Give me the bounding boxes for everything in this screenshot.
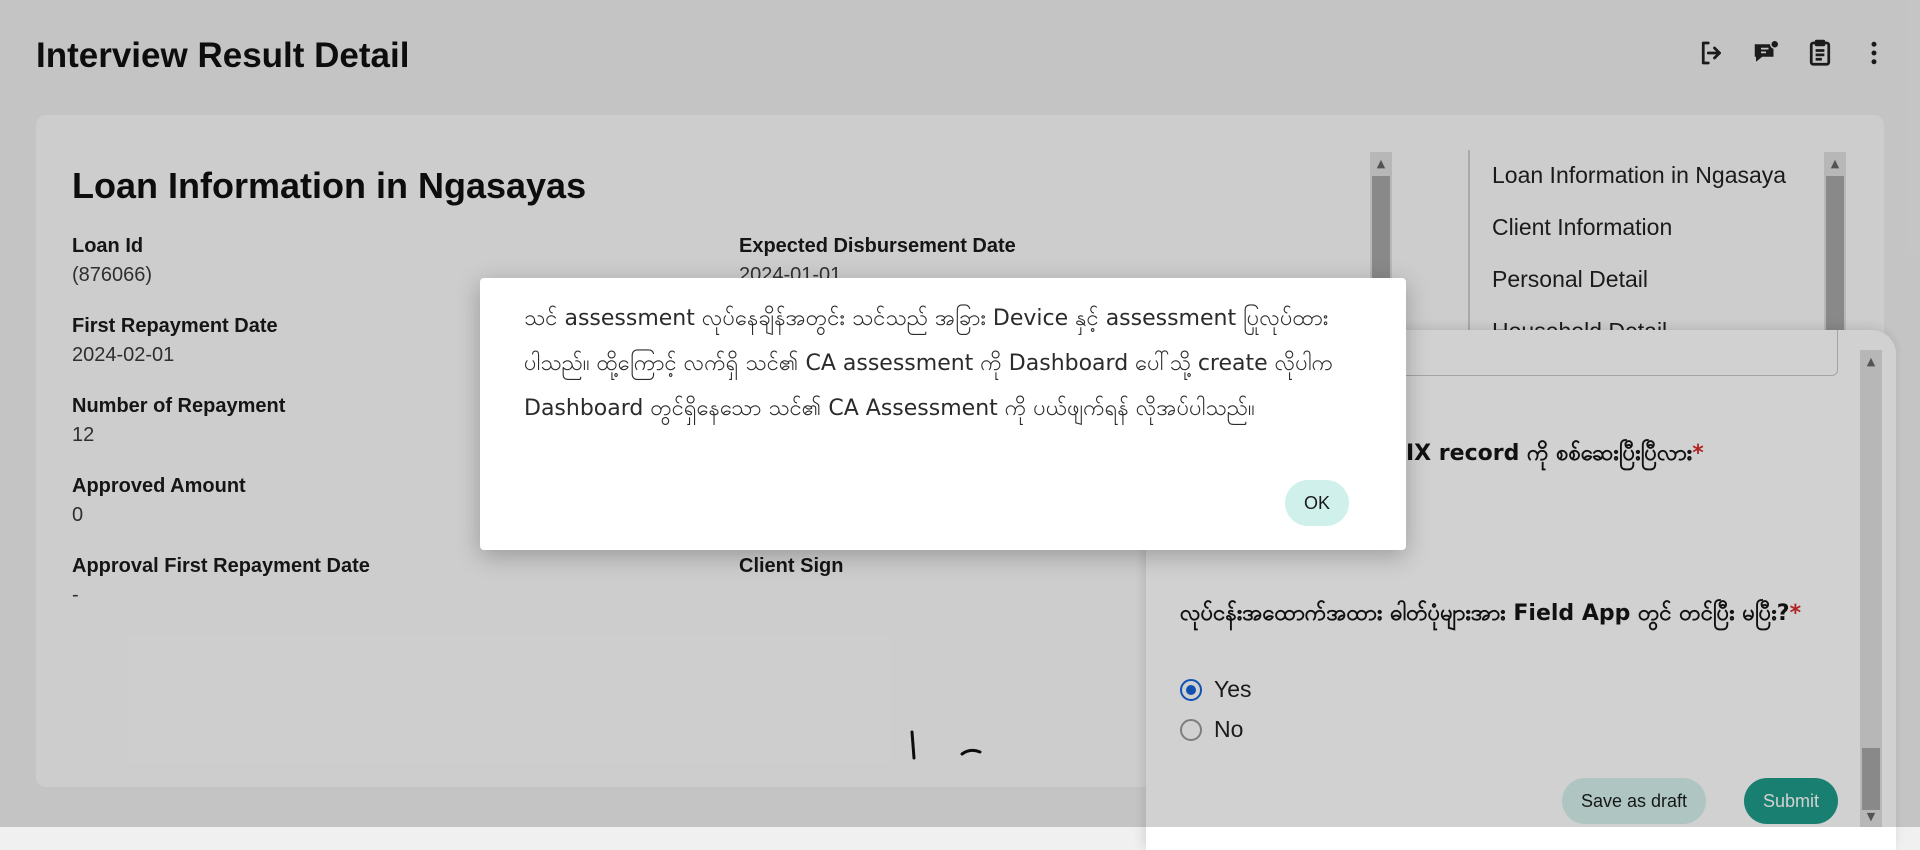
dialog-message: သင် assessment လုပ်နေချိန်အတွင်း သင်သည် … [524, 306, 1334, 421]
conflict-dialog: သင် assessment လုပ်နေချိန်အတွင်း သင်သည် … [480, 278, 1406, 550]
ok-button[interactable]: OK [1285, 480, 1349, 526]
